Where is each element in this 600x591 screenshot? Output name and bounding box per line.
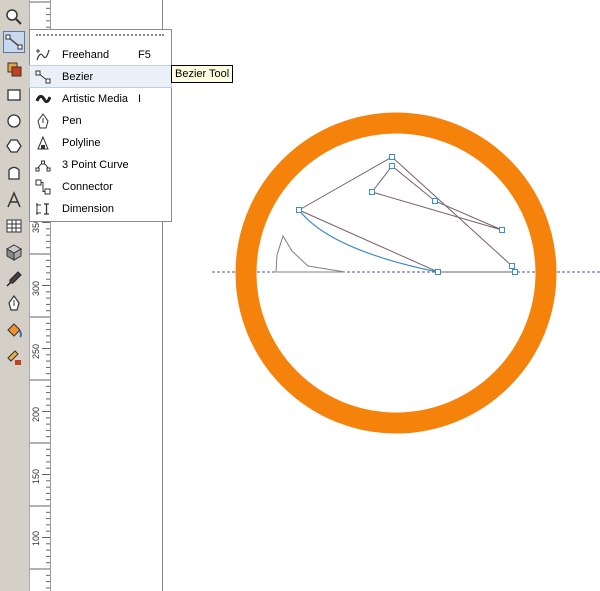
menu-item-pen[interactable]: Pen [30,110,171,131]
menu-item-label: Dimension [62,202,114,215]
flyout-grip[interactable] [36,34,164,36]
small-curve-shape[interactable] [275,234,346,273]
menu-item-shortcut: F5 [138,48,151,61]
menu-item-label: Artistic Media [62,92,129,105]
menu-item-freehand[interactable]: Freehand F5 [30,44,171,65]
menu-item-label: Freehand [62,48,110,61]
artistic-media-icon [34,90,52,108]
bezier-node[interactable] [389,154,395,160]
bezier-node[interactable] [389,163,395,169]
menu-item-polyline[interactable]: Polyline [30,132,171,153]
bezier-icon [34,68,52,86]
menu-item-label: Bezier [62,70,94,83]
menu-item-bezier[interactable]: Bezier [29,65,172,88]
menu-item-connector[interactable]: Connector [30,176,171,197]
orange-ring[interactable] [235,112,557,434]
menu-item-3-point-curve[interactable]: 3 Point Curve [30,154,171,175]
menu-item-label: Polyline [62,136,101,149]
bezier-node[interactable] [432,198,438,204]
freehand-icon [34,46,52,64]
bezier-node[interactable] [369,189,375,195]
connector-icon [34,178,52,196]
menu-item-artistic-media[interactable]: Artistic Media I [30,88,171,109]
bezier-node[interactable] [509,263,515,269]
polyline-icon [34,134,52,152]
menu-item-label: Pen [62,114,82,127]
bezier-node[interactable] [499,227,505,233]
menu-item-label: Connector [62,180,113,193]
three-point-curve-icon [34,156,52,174]
menu-item-shortcut: I [138,92,142,105]
menu-item-label: 3 Point Curve [62,158,129,171]
bezier-node[interactable] [296,207,302,213]
bezier-node[interactable] [435,269,441,275]
bezier-tool-tooltip: Bezier Tool [171,65,234,83]
bezier-nodes [296,154,518,275]
dimension-icon [34,200,52,218]
menu-item-dimension[interactable]: Dimension [30,198,171,219]
curve-tools-flyout: Freehand F5 Bezier Artistic Media I Pen … [29,29,172,222]
bezier-polygon-outer[interactable] [298,156,516,273]
bezier-node[interactable] [512,269,518,275]
pen-icon [34,112,52,130]
